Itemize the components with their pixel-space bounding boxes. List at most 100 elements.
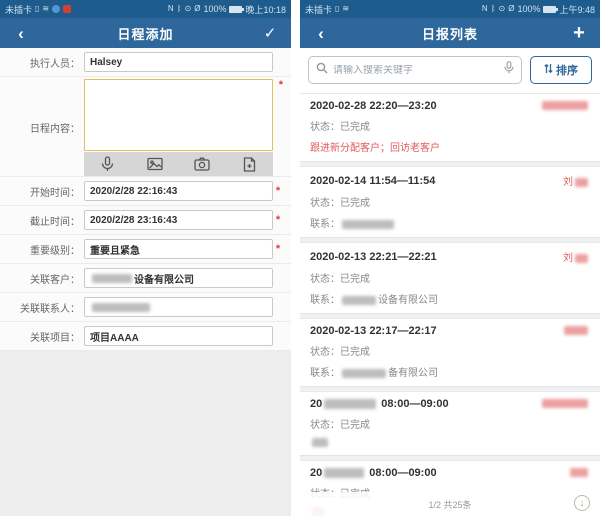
project-input[interactable]: 项目AAAA — [84, 326, 273, 346]
required-asterisk: * — [279, 79, 283, 91]
confirm-check-icon[interactable]: ✓ — [259, 26, 281, 41]
item-line: 状态：已完成 — [310, 416, 590, 431]
text-segment: 20 — [310, 398, 322, 410]
customer-input[interactable]: 设备有限公司 — [84, 268, 273, 288]
scroll-down-button[interactable]: ↓ — [574, 495, 590, 511]
empty-area — [0, 351, 291, 516]
text-segment: 跟进新分配客户；回访老客户 — [310, 143, 440, 154]
report-list: 2020-02-28 22:20—23:20状态：已完成跟进新分配客户；回访老客… — [300, 94, 600, 516]
voice-search-icon[interactable] — [504, 61, 514, 79]
text-segment: 08:00—09:00 — [378, 398, 448, 410]
item-line: 联系： — [310, 215, 590, 230]
executor-input[interactable]: Halsey — [84, 52, 273, 72]
item-date: 20 08:00—09:00 — [310, 398, 449, 410]
required-asterisk: * — [273, 214, 283, 226]
redacted-text — [312, 438, 328, 447]
microphone-icon[interactable] — [96, 153, 120, 175]
item-line: 状态：已完成 — [310, 118, 590, 133]
app-badge-red-icon — [63, 5, 71, 13]
add-file-icon[interactable] — [237, 153, 261, 175]
item-line: 状态：已完成 — [310, 194, 590, 209]
field-label: 执行人员： — [4, 55, 84, 70]
add-icon[interactable]: + — [568, 23, 590, 43]
form-row-end-time: 截止时间： 2020/2/28 23:16:43 * — [0, 206, 291, 235]
carrier-label: 未插卡 — [305, 3, 332, 16]
text-segment: 状态：已完成 — [310, 274, 370, 285]
redacted-text — [342, 369, 386, 378]
page-title: 日程添加 — [32, 24, 259, 43]
contact-input[interactable] — [84, 297, 273, 317]
bluetooth-icon: ᛒ — [177, 5, 182, 13]
back-icon[interactable]: ‹ — [310, 25, 332, 42]
text-segment: 状态：已完成 — [310, 198, 370, 209]
required-asterisk: * — [273, 243, 283, 255]
item-line: 状态：已完成 — [310, 270, 590, 285]
schedule-form: 执行人员： Halsey 日程内容： * — [0, 48, 291, 351]
schedule-content-textarea[interactable] — [84, 79, 273, 151]
item-name — [568, 468, 590, 479]
search-box[interactable] — [308, 56, 522, 84]
status-bar: 未插卡 ▯ ≋ N ᛒ ⊙ Ø 100% 上午9:48 — [300, 0, 600, 18]
redacted-text — [342, 296, 376, 305]
report-list-item[interactable]: 2020-02-28 22:20—23:20 状态：已完成跟进新分配客户；回访老客… — [300, 94, 600, 161]
priority-input[interactable]: 重要且紧急 — [84, 239, 273, 259]
item-name — [540, 399, 590, 410]
battery-icon — [229, 6, 242, 13]
list-footer: 1/2 共25条 — [300, 492, 600, 516]
page-info: 1/2 共25条 — [428, 498, 471, 511]
search-row: 排序 — [300, 48, 600, 94]
text-segment: 状态：已完成 — [310, 122, 370, 133]
location-icon: ⊙ — [499, 5, 506, 13]
form-row-project: 关联项目： 项目AAAA — [0, 322, 291, 351]
text-segment: 刘 — [563, 177, 573, 188]
item-date: 20 08:00—09:00 — [310, 467, 437, 479]
search-input[interactable] — [333, 65, 499, 76]
sim-icon: ▯ — [35, 5, 39, 13]
sort-arrows-icon — [544, 63, 553, 77]
text-segment: 2020-02-28 22:20—23:20 — [310, 100, 437, 112]
camera-icon[interactable] — [190, 153, 214, 175]
text-segment: 2020-02-13 22:21—22:21 — [310, 251, 437, 263]
wifi-icon: ≋ — [42, 5, 49, 13]
redacted-text — [324, 399, 376, 409]
redacted-text — [575, 178, 588, 187]
attachment-toolbar — [84, 152, 273, 176]
redacted-text — [342, 220, 394, 229]
field-label: 截止时间： — [4, 213, 84, 228]
text-segment: 20 — [310, 467, 322, 479]
report-list-item[interactable]: 20 08:00—09:00 状态：已完成 — [300, 392, 600, 455]
end-time-input[interactable]: 2020/2/28 23:16:43 — [84, 210, 273, 230]
search-icon — [316, 61, 328, 79]
form-row-start-time: 开始时间： 2020/2/28 22:16:43 * — [0, 177, 291, 206]
redacted-text — [92, 274, 132, 283]
back-icon[interactable]: ‹ — [10, 25, 32, 42]
text-segment: 设备有限公司 — [378, 295, 438, 306]
redacted-text — [575, 254, 588, 263]
item-line — [310, 437, 590, 448]
nfc-icon: N — [482, 5, 488, 13]
sim-icon: ▯ — [335, 5, 339, 13]
item-line: 联系：设备有限公司 — [310, 291, 590, 306]
text-segment: 备有限公司 — [388, 368, 438, 379]
text-segment: 2020-02-14 11:54—11:54 — [310, 175, 435, 187]
report-list-item[interactable]: 2020-02-14 11:54—11:54 刘状态：已完成联系： — [300, 167, 600, 237]
redacted-text — [542, 399, 588, 408]
required-asterisk: * — [273, 185, 283, 197]
daily-report-list-screen: 未插卡 ▯ ≋ N ᛒ ⊙ Ø 100% 上午9:48 ‹ 日报列表 + — [300, 0, 600, 516]
start-time-input[interactable]: 2020/2/28 22:16:43 — [84, 181, 273, 201]
item-date: 2020-02-13 22:17—22:17 — [310, 325, 437, 337]
text-segment: 联系： — [310, 368, 340, 379]
location-icon: ⊙ — [185, 5, 192, 13]
sort-button[interactable]: 排序 — [530, 56, 592, 84]
clock-label: 晚上10:18 — [245, 3, 286, 16]
item-date: 2020-02-14 11:54—11:54 — [310, 175, 435, 187]
text-segment: 2020-02-13 22:17—22:17 — [310, 325, 437, 337]
text-segment: 刘 — [563, 253, 573, 264]
field-label: 关联客户： — [4, 271, 84, 286]
wifi-icon: ≋ — [342, 5, 349, 13]
report-list-item[interactable]: 2020-02-13 22:17—22:17 状态：已完成联系： 备有限公司 — [300, 319, 600, 386]
report-list-item[interactable]: 2020-02-13 22:21—22:21 刘状态：已完成联系：设备有限公司 — [300, 243, 600, 313]
text-segment: 状态：已完成 — [310, 347, 370, 358]
gallery-icon[interactable] — [143, 153, 167, 175]
form-row-contact: 关联联系人： — [0, 293, 291, 322]
